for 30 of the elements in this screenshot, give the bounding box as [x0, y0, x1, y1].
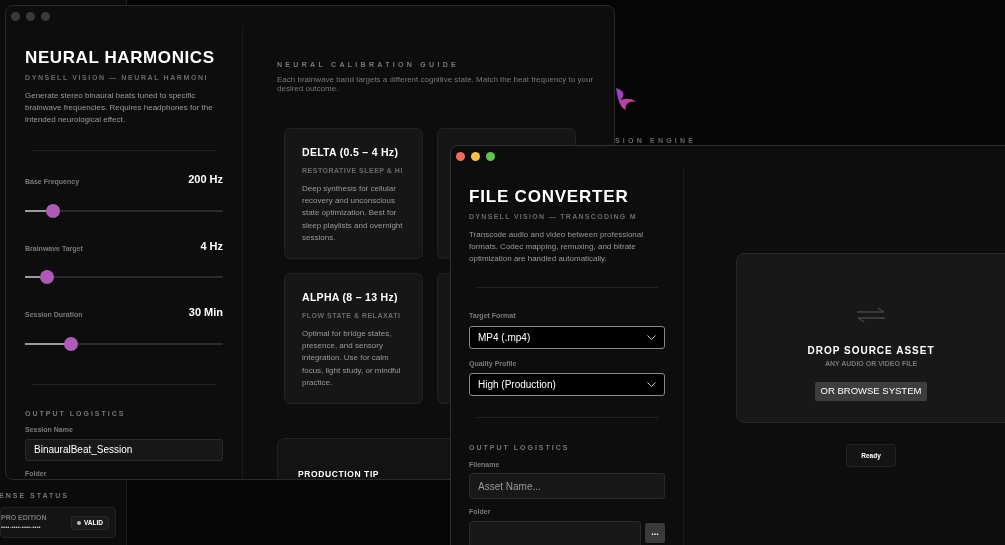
folder-field[interactable] [469, 520, 641, 545]
swap-arrows-icon [856, 307, 886, 323]
tip-title: PRODUCTION TIP [298, 468, 380, 479]
window-title: FILE CONVERTER [469, 186, 630, 208]
drop-title: DROP SOURCE ASSET [807, 344, 935, 358]
browse-button[interactable]: OR BROWSE SYSTEM [814, 381, 928, 401]
slider-reading: 30 Min [188, 305, 223, 321]
session-name-field[interactable]: BinauralBeat_Session [25, 438, 223, 461]
slider-thumb[interactable] [63, 336, 78, 351]
slider-thumb[interactable] [45, 203, 60, 218]
description: Generate stereo binaural beats tuned to specific brainwave frequencies. Requires headphones for the intended neurological effect. [25, 89, 214, 127]
chevron-down-icon [647, 334, 656, 340]
slider-thumb[interactable] [39, 270, 54, 285]
slider-reading: 4 Hz [200, 238, 223, 254]
dropdown[interactable]: MP4 (.mp4) [469, 325, 665, 349]
browse-folder-button[interactable]: ... [645, 522, 665, 543]
slider-reading: 200 Hz [188, 172, 223, 188]
close-button[interactable] [456, 151, 465, 161]
chevron-down-icon [647, 382, 656, 388]
minimize-button[interactable] [471, 151, 480, 161]
dropdown[interactable]: High (Production) [469, 373, 665, 397]
filename-field[interactable]: Asset Name... [469, 473, 665, 500]
zoom-button[interactable] [486, 151, 495, 161]
window-title: NEURAL HARMONICS [25, 47, 216, 69]
card-description: Optimal for bridge states, presence, and sensory integration. Use for calm focus, light study, or mindful practice. [302, 327, 402, 389]
guide-description: Each brainwave band targets a different cognitive state. Match the beat frequency to your desired outcome. [277, 74, 595, 94]
card-description: Deep synthesis for cellular recovery and unconscious state optimization. Best for sleep playlists and overnight sessions. [302, 182, 404, 244]
description: Transcode audio and video between professional formats. Codec mapping, remuxing, and bitrate optimization are handled automatically. [469, 228, 645, 266]
card-title: DELTA (0.5 – 4 Hz) [302, 144, 400, 160]
card-title: ALPHA (8 – 13 Hz) [302, 289, 399, 305]
